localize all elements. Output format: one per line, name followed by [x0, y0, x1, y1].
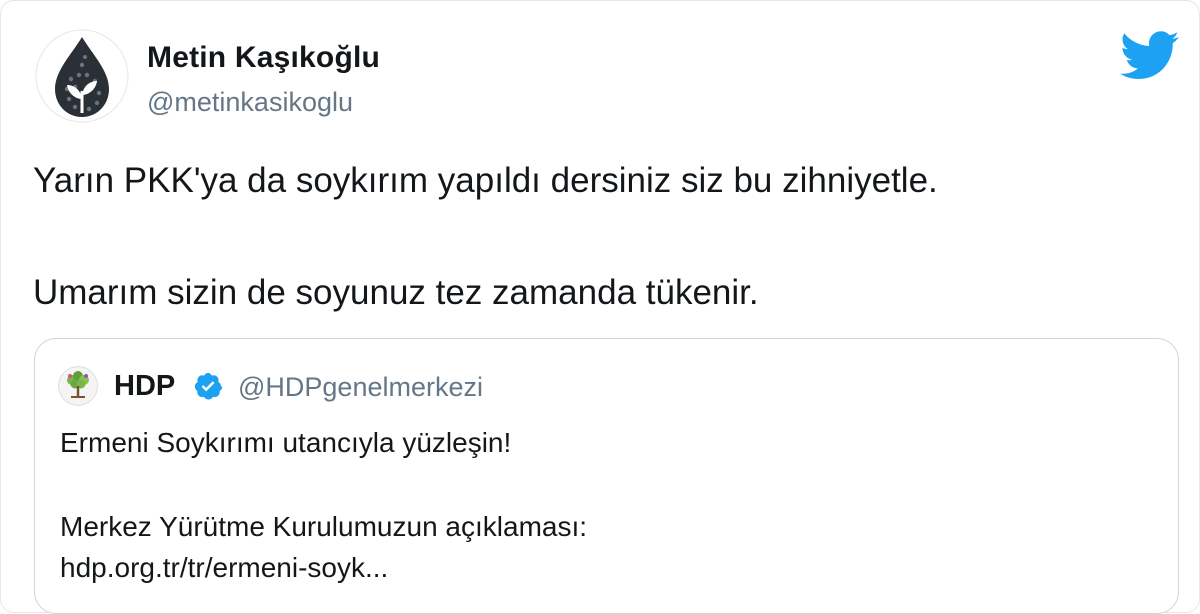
quoted-display-name[interactable]: HDP [114, 370, 175, 403]
quoted-handle[interactable]: @HDPgenelmerkezi [238, 372, 483, 403]
quoted-text-line: Ermeni Soykırımı utancıyla yüzleşin! [60, 427, 512, 458]
avatar[interactable] [35, 29, 129, 123]
quoted-link[interactable]: hdp.org.tr/tr/ermeni-soyk... [60, 552, 388, 584]
verified-badge-icon [194, 372, 223, 400]
twitter-bird-icon[interactable] [1119, 31, 1181, 81]
hdp-tree-logo-icon [58, 366, 98, 406]
quoted-tweet-card[interactable]: HDP @HDPgenelmerkezi Ermeni Soykırımı ut… [34, 338, 1179, 614]
tweet-text-line: Yarın PKK'ya da soykırım yapıldı dersini… [33, 161, 938, 200]
quoted-avatar[interactable] [58, 366, 98, 406]
tweet-text-line: Umarım sizin de soyunuz tez zamanda tüke… [33, 273, 759, 312]
quoted-text-line: Merkez Yürütme Kurulumuzun açıklaması: [60, 511, 588, 542]
author-handle[interactable]: @metinkasikoglu [147, 87, 353, 118]
tweet-card[interactable]: Metin Kaşıkoğlu @metinkasikoglu Yarın PK… [0, 0, 1200, 614]
author-display-name[interactable]: Metin Kaşıkoğlu [147, 41, 380, 75]
water-drop-plant-icon [35, 29, 129, 123]
